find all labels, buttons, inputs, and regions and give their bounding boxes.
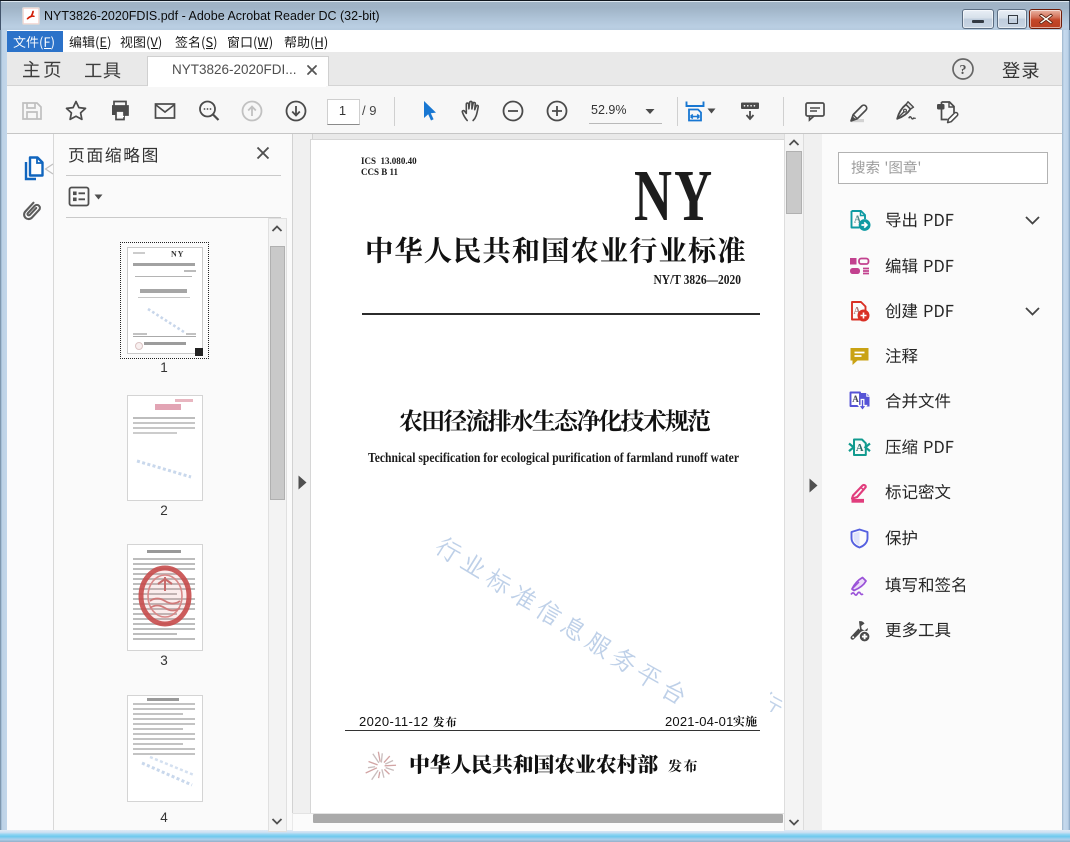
svg-text:A: A [856, 443, 864, 454]
svg-text:A: A [852, 394, 859, 404]
svg-text:?: ? [960, 63, 967, 78]
